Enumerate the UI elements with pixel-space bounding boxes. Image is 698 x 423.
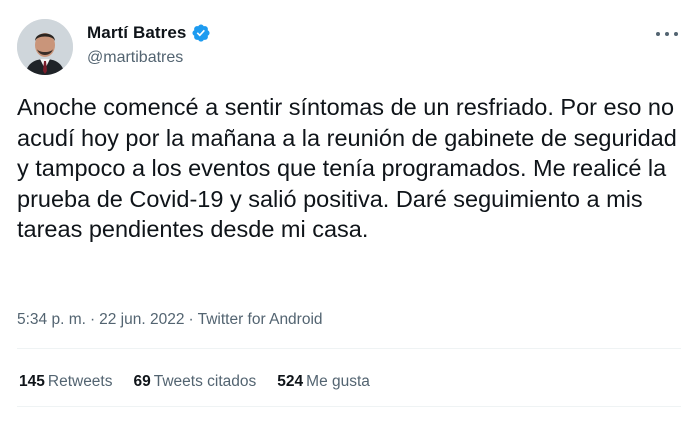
tweet-stats: 145 Retweets 69 Tweets citados 524 Me gusta xyxy=(19,373,391,391)
likes-label: Me gusta xyxy=(306,373,370,390)
author-name[interactable]: Martí Batres xyxy=(87,23,186,43)
likes-stat[interactable]: 524 Me gusta xyxy=(277,373,370,391)
meta-separator: · xyxy=(188,311,194,328)
quotes-label: Tweets citados xyxy=(153,373,257,390)
retweets-count: 145 xyxy=(19,373,45,390)
author-handle[interactable]: @martibatres xyxy=(87,49,183,67)
tweet-time[interactable]: 5:34 p. m. xyxy=(17,311,86,329)
tweet-card: Martí Batres @martibatres Anoche comencé… xyxy=(0,0,698,423)
avatar[interactable] xyxy=(17,19,73,75)
likes-count: 524 xyxy=(277,373,304,390)
tweet-date[interactable]: 22 jun. 2022 xyxy=(99,311,184,329)
divider xyxy=(17,348,681,349)
more-horizontal-icon[interactable] xyxy=(656,27,678,41)
meta-separator: · xyxy=(89,311,96,328)
retweets-stat[interactable]: 145 Retweets xyxy=(19,373,113,391)
author-name-row: Martí Batres xyxy=(87,23,211,43)
verified-badge-icon xyxy=(191,23,211,43)
retweets-label: Retweets xyxy=(47,373,113,390)
tweet-source[interactable]: Twitter for Android xyxy=(198,311,323,329)
tweet-metadata: 5:34 p. m. · 22 jun. 2022 · Twitter for … xyxy=(17,311,323,329)
quotes-count: 69 xyxy=(133,373,151,390)
quotes-stat[interactable]: 69 Tweets citados xyxy=(134,373,257,391)
divider xyxy=(17,406,681,407)
tweet-text: Anoche comencé a sentir síntomas de un r… xyxy=(17,94,677,243)
avatar-image xyxy=(17,19,73,75)
